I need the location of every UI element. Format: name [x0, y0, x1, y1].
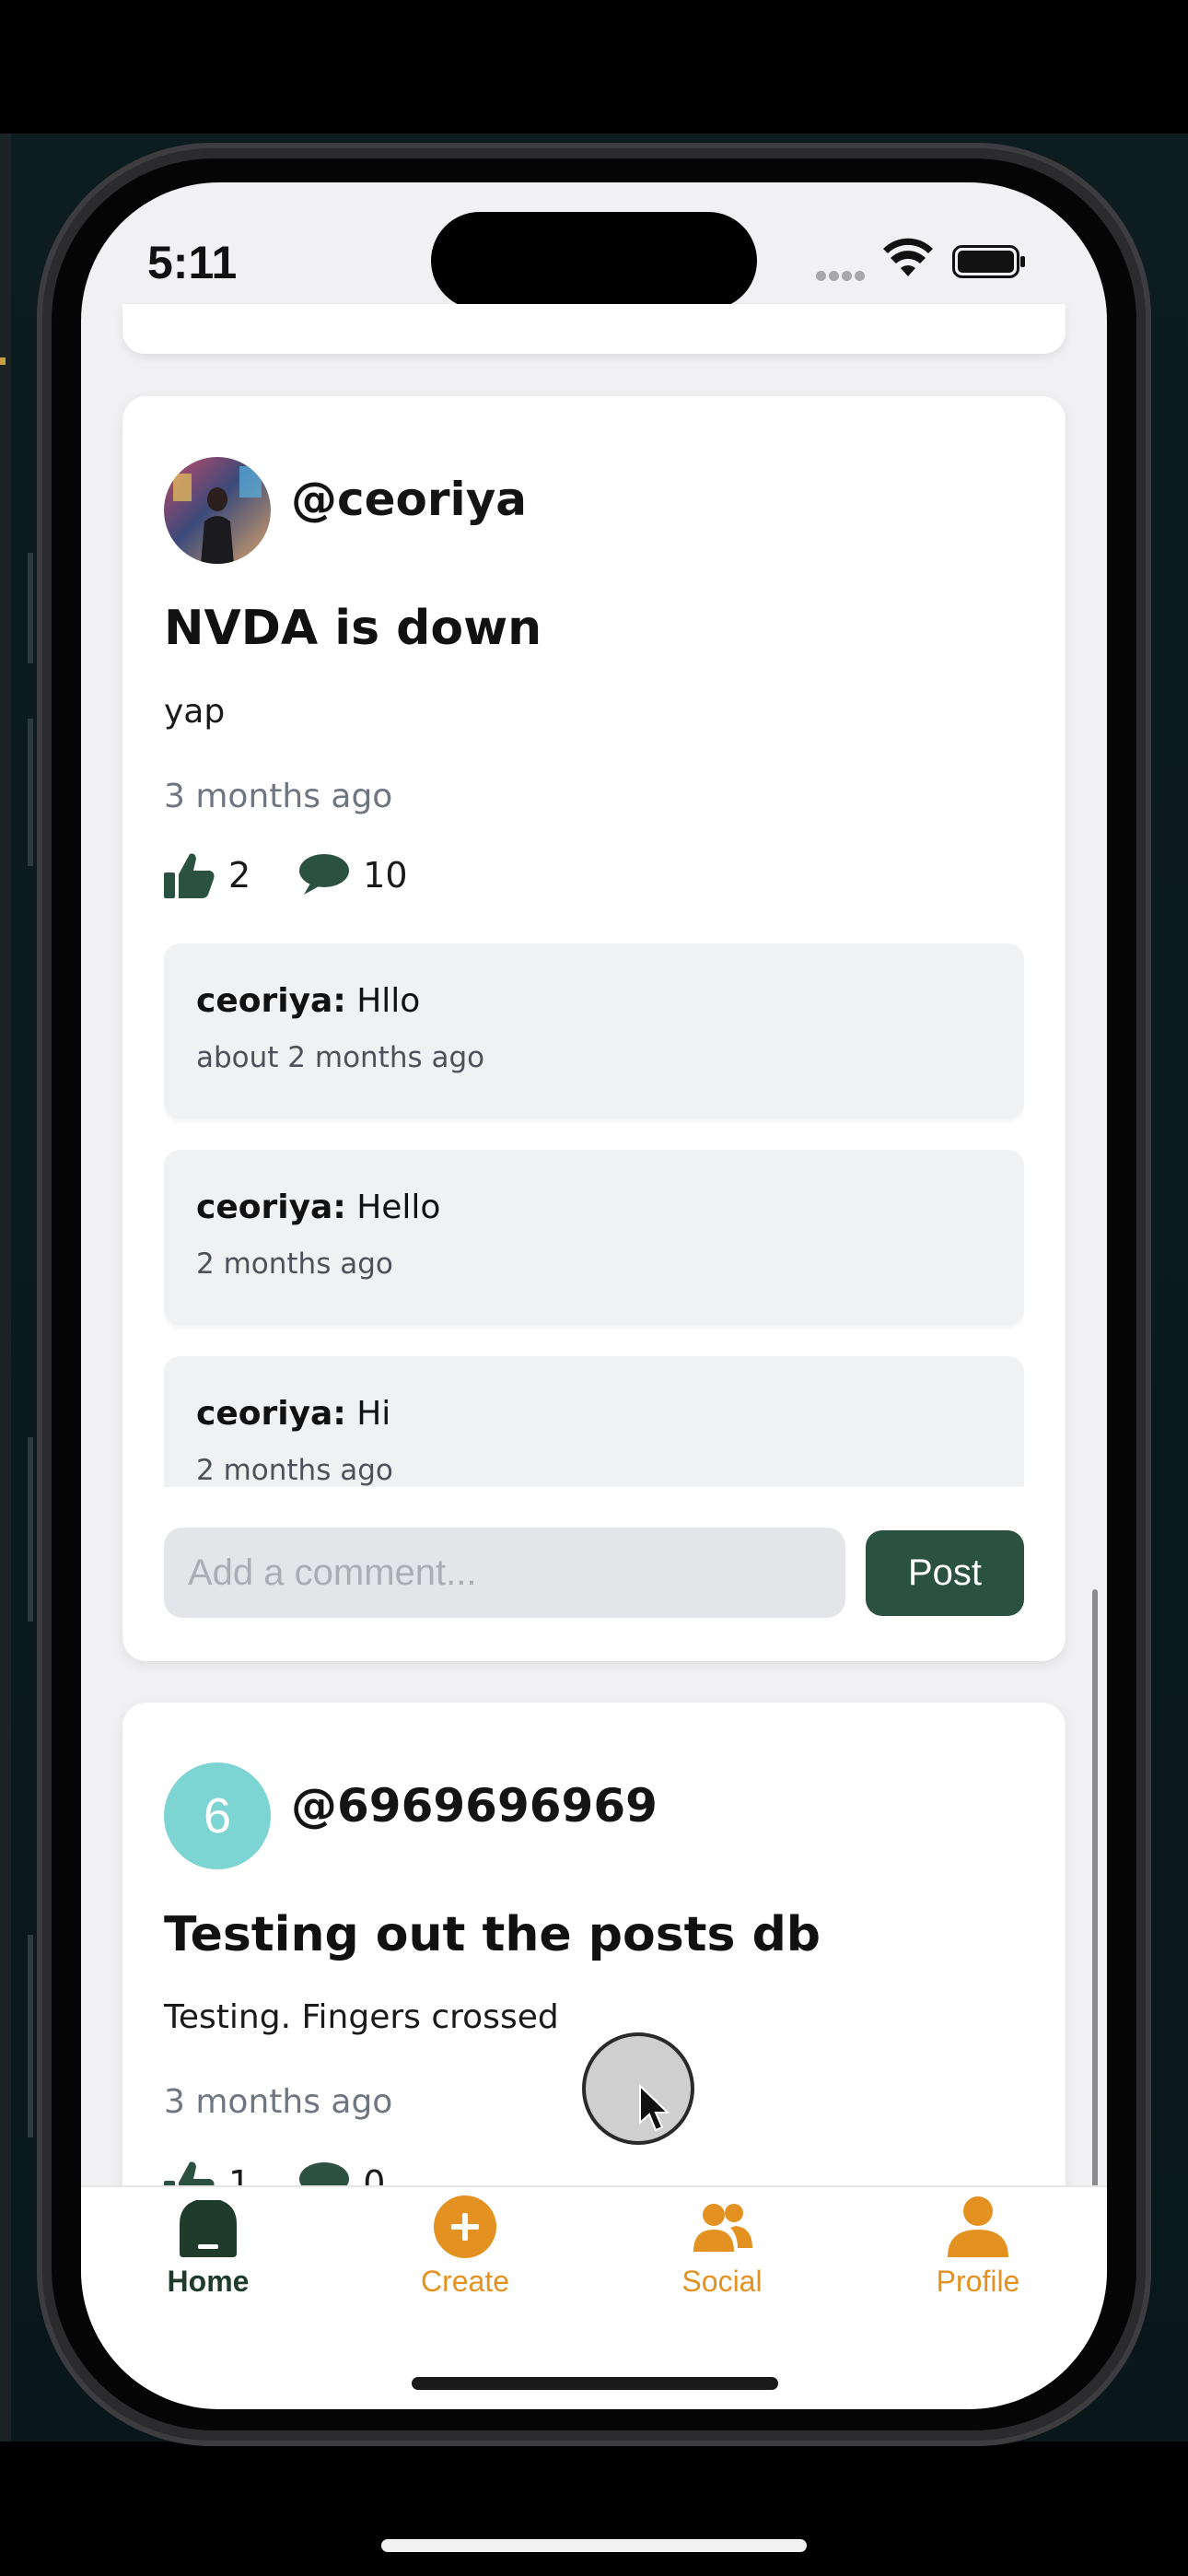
post-body: Testing. Fingers crossed [164, 1998, 559, 2036]
previous-post-card [122, 304, 1066, 354]
people-icon [693, 2204, 752, 2252]
comment-user: ceoriya: [196, 982, 346, 1020]
tab-label: Create [420, 2265, 510, 2298]
wifi-icon [883, 238, 933, 276]
tab-social[interactable]: Social [639, 2193, 805, 2313]
post-stats: 2 10 [162, 846, 454, 905]
plus-circle-icon [434, 2195, 496, 2258]
post-timestamp: 3 months ago [164, 2083, 393, 2121]
desktop-marker [0, 357, 6, 365]
desktop-marker [28, 1935, 33, 2137]
status-time: 5:11 [147, 237, 238, 288]
post-username[interactable]: @6969696969 [291, 1769, 658, 1843]
desktop-top-bar [0, 0, 1188, 134]
avatar[interactable] [164, 457, 271, 564]
comment-text: Hi [356, 1395, 391, 1433]
desktop-marker [28, 553, 33, 663]
desktop-marker [28, 1437, 33, 1622]
tab-label: Home [167, 2265, 250, 2298]
home-indicator [412, 2377, 778, 2390]
tab-create[interactable]: Create [382, 2193, 548, 2313]
tab-label: Profile [936, 2265, 1020, 2298]
comment-input[interactable] [164, 1528, 845, 1618]
comment-count: 10 [363, 855, 408, 896]
post-timestamp: 3 months ago [164, 778, 393, 815]
post-comment-button[interactable]: Post [866, 1530, 1024, 1616]
post-body: yap [164, 693, 226, 731]
post-username[interactable]: @ceoriya [291, 463, 527, 536]
battery-icon [952, 245, 1025, 278]
desktop-left-strip [0, 134, 11, 2441]
desktop-marker [28, 719, 33, 866]
desktop-home-indicator [381, 2539, 807, 2552]
comment-user: ceoriya: [196, 1188, 346, 1226]
comment-item: ceoriya: Hi 2 months ago [164, 1356, 1024, 1487]
avatar[interactable]: 6 [164, 1762, 271, 1869]
comment-user: ceoriya: [196, 1395, 346, 1433]
comments-list[interactable]: ceoriya: Hllo about 2 months ago ceoriya… [164, 940, 1024, 1487]
avatar-photo [164, 457, 271, 564]
pointer-cursor-icon [639, 2084, 670, 2132]
home-icon [180, 2200, 237, 2257]
desktop-bottom-bar [0, 2441, 1188, 2576]
like-count: 2 [228, 855, 251, 896]
post-title: Testing out the posts db [164, 1907, 821, 1962]
comment-timestamp: 2 months ago [196, 1247, 393, 1281]
comment-timestamp: 2 months ago [196, 1454, 393, 1487]
comment-timestamp: about 2 months ago [196, 1041, 485, 1074]
post-title: NVDA is down [164, 601, 542, 656]
thumbs-up-icon[interactable] [162, 850, 215, 900]
scrollbar[interactable] [1092, 1589, 1098, 2188]
comment-text: Hllo [356, 982, 421, 1020]
dynamic-island [431, 212, 757, 310]
comment-text: Hello [356, 1188, 441, 1226]
comment-bubble-icon[interactable] [297, 850, 350, 900]
cellular-signal-icon [816, 267, 868, 285]
tab-profile[interactable]: Profile [895, 2193, 1061, 2313]
comment-item: ceoriya: Hello 2 months ago [164, 1150, 1024, 1325]
person-icon [948, 2196, 1008, 2257]
comment-item: ceoriya: Hllo about 2 months ago [164, 943, 1024, 1118]
tab-home[interactable]: Home [125, 2193, 291, 2313]
tab-label: Social [681, 2265, 763, 2298]
